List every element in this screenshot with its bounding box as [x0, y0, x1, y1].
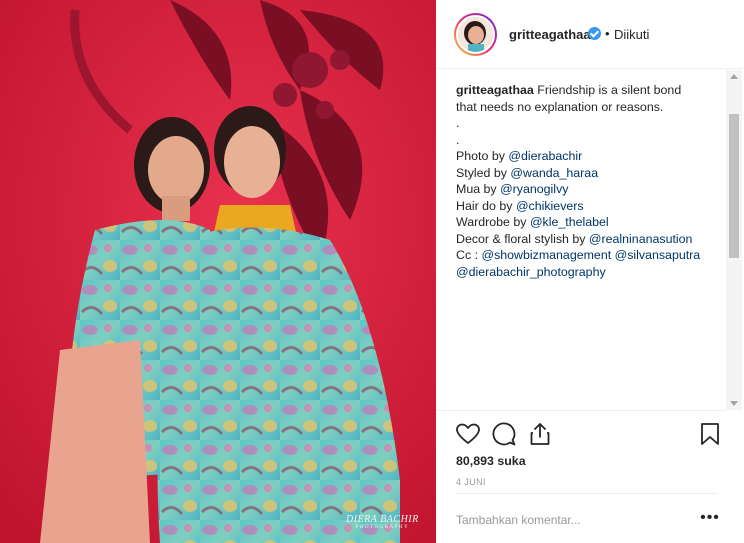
- separator-dot: •: [605, 26, 610, 41]
- post-image: [0, 0, 436, 543]
- avatar[interactable]: [454, 13, 497, 56]
- comment-button[interactable]: [491, 421, 517, 447]
- credit-label: Cc :: [456, 248, 479, 262]
- heart-icon: [456, 423, 480, 444]
- caption-line: Decor & floral stylish by @realninanasut…: [456, 231, 720, 248]
- photographer-watermark: DIERA BACHIR PHOTOGRAPHY: [346, 514, 419, 530]
- credit-label: Styled by: [456, 165, 507, 180]
- caption-line: Styled by @wanda_haraa: [456, 165, 720, 182]
- caption-line: .: [456, 132, 460, 147]
- post-header: gritteagathaa • Diikuti: [436, 0, 744, 69]
- watermark-subtext: PHOTOGRAPHY: [355, 525, 410, 530]
- mention-link[interactable]: @ryanogilvy: [500, 182, 568, 196]
- follow-status-button[interactable]: Diikuti: [614, 27, 649, 42]
- mention-link[interactable]: @showbizmanagement: [481, 248, 611, 262]
- mention-link[interactable]: @realninanasution: [589, 232, 693, 246]
- scroll-up-arrow-icon[interactable]: [730, 74, 738, 79]
- watermark-text: DIERA BACHIR: [346, 514, 419, 525]
- post-date[interactable]: 4 JUNI: [456, 477, 486, 487]
- caption-line: Cc : @showbizmanagement @silvansaputra: [456, 247, 720, 264]
- caption-line: that needs no explanation or reasons.: [456, 99, 664, 114]
- caption-line: Mua by @ryanogilvy: [456, 181, 720, 198]
- share-icon: [530, 423, 550, 445]
- divider: [456, 493, 718, 494]
- scroll-down-arrow-icon[interactable]: [730, 401, 738, 406]
- comment-input[interactable]: [456, 511, 686, 529]
- like-button[interactable]: [455, 421, 481, 447]
- mention-link[interactable]: @dierabachir: [508, 149, 582, 163]
- post-caption: gritteagathaa Friendship is a silent bon…: [456, 82, 720, 280]
- share-button[interactable]: [527, 421, 553, 447]
- more-options-button[interactable]: •••: [698, 508, 722, 528]
- caption-line: .: [456, 116, 460, 130]
- caption-scrollbar[interactable]: [726, 70, 742, 410]
- post-username[interactable]: gritteagathaa: [509, 27, 591, 42]
- caption-username[interactable]: gritteagathaa: [456, 83, 534, 97]
- like-count[interactable]: 80,893 suka: [456, 454, 526, 468]
- credit-label: Decor & floral stylish by: [456, 231, 586, 246]
- save-button[interactable]: [697, 421, 723, 447]
- caption-line: Wardrobe by @kle_thelabel: [456, 214, 720, 231]
- bookmark-icon: [701, 423, 719, 445]
- caption-line: Photo by @dierabachir: [456, 148, 720, 165]
- verified-badge-icon: [588, 27, 601, 40]
- mention-link[interactable]: @silvansaputra: [615, 248, 701, 262]
- avatar-image: [456, 15, 495, 54]
- scroll-thumb[interactable]: [729, 114, 739, 258]
- credit-label: Mua by: [456, 182, 497, 196]
- comment-icon: [492, 422, 516, 446]
- mention-link[interactable]: @chikievers: [516, 199, 584, 213]
- credit-label: Photo by: [456, 149, 505, 163]
- caption-line: @dierabachir_photography: [456, 264, 720, 281]
- caption-line: gritteagathaa Friendship is a silent bon…: [456, 82, 720, 99]
- divider: [436, 410, 726, 411]
- caption-text: Friendship is a silent bond: [537, 83, 682, 97]
- mention-link[interactable]: @dierabachir_photography: [456, 265, 606, 279]
- mention-link[interactable]: @kle_thelabel: [530, 215, 609, 229]
- mention-link[interactable]: @wanda_haraa: [510, 166, 598, 180]
- credit-label: Hair do by: [456, 198, 513, 213]
- post-side-panel: gritteagathaa • Diikuti gritteagathaa Fr…: [436, 0, 744, 543]
- credit-label: Wardrobe by: [456, 215, 527, 229]
- post-photo[interactable]: DIERA BACHIR PHOTOGRAPHY: [0, 0, 436, 543]
- caption-line: Hair do by @chikievers: [456, 198, 720, 215]
